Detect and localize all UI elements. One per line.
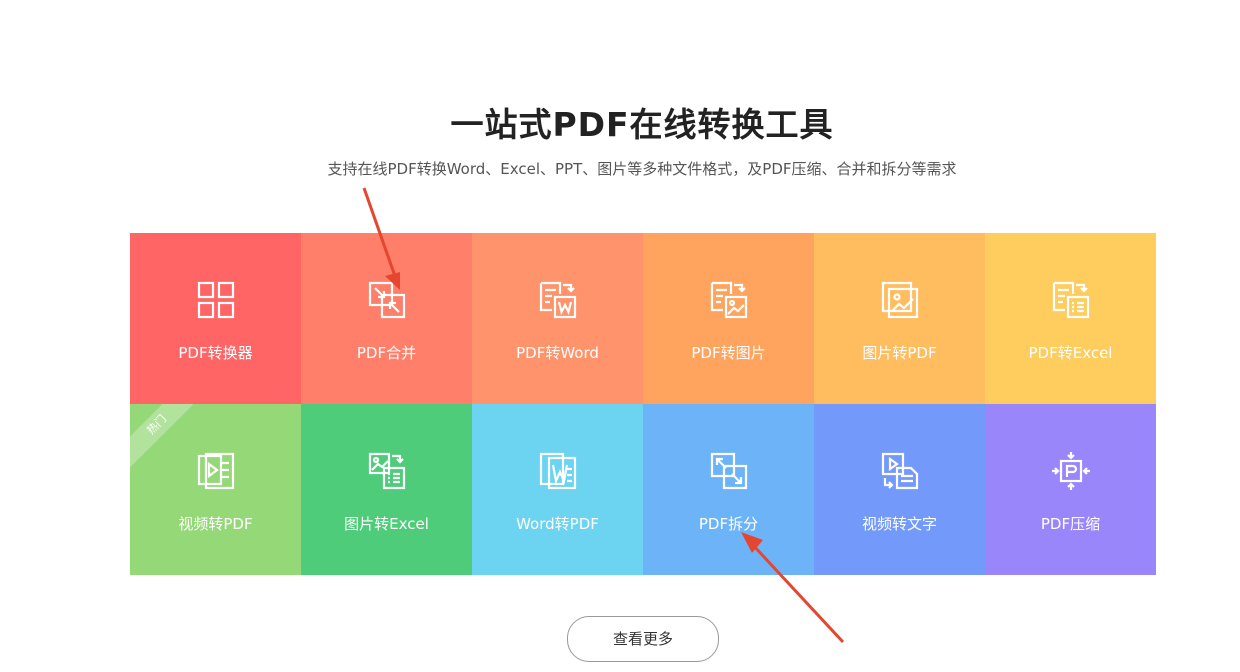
tile-image-to-excel[interactable]: 图片转Excel [301,404,472,575]
tile-video-to-pdf[interactable]: 热门 视频转PDF [130,404,301,575]
pdf-to-image-icon [709,280,749,320]
video-to-text-icon [880,451,920,491]
tile-pdf-to-image[interactable]: PDF转图片 [643,233,814,404]
tile-label: PDF压缩 [1040,515,1101,533]
pdf-to-excel-icon [1051,280,1091,320]
video-to-pdf-icon [196,451,236,491]
tile-video-to-text[interactable]: 视频转文字 [814,404,985,575]
tile-pdf-merge[interactable]: PDF合并 [301,233,472,404]
tile-label: 视频转文字 [861,515,937,533]
tile-label: PDF转Word [516,344,599,362]
page-title: 一站式PDF在线转换工具 [450,105,834,144]
tile-pdf-split[interactable]: PDF拆分 [643,404,814,575]
tile-label: PDF转图片 [691,344,766,362]
page-subtitle: 支持在线PDF转换Word、Excel、PPT、图片等多种文件格式，及PDF压缩… [327,160,957,178]
tile-label: Word转PDF [516,515,599,533]
tile-label: 视频转PDF [178,515,253,533]
tile-label: PDF合并 [356,344,417,362]
view-more-button[interactable]: 查看更多 [567,616,719,662]
tile-pdf-to-excel[interactable]: PDF转Excel [985,233,1156,404]
hot-badge: 热门 [130,404,204,472]
merge-icon [367,280,407,320]
tile-label: PDF转换器 [178,344,253,362]
compress-icon [1051,451,1091,491]
pdf-to-word-icon [538,280,578,320]
tile-pdf-to-word[interactable]: PDF转Word [472,233,643,404]
split-icon [709,451,749,491]
grid-icon [196,280,236,320]
tile-label: 图片转Excel [344,515,429,533]
tile-label: 图片转PDF [862,344,937,362]
tile-pdf-compress[interactable]: PDF压缩 [985,404,1156,575]
word-to-pdf-icon [538,451,578,491]
tile-word-to-pdf[interactable]: Word转PDF [472,404,643,575]
tile-label: PDF转Excel [1028,344,1113,362]
tile-label: PDF拆分 [698,515,759,533]
image-to-pdf-icon [880,280,920,320]
image-to-excel-icon [367,451,407,491]
tile-pdf-converter[interactable]: PDF转换器 [130,233,301,404]
tile-image-to-pdf[interactable]: 图片转PDF [814,233,985,404]
tool-grid: PDF转换器 PDF合并 PDF转Word PDF转图片 图片转PDF PDF转… [130,233,1156,575]
